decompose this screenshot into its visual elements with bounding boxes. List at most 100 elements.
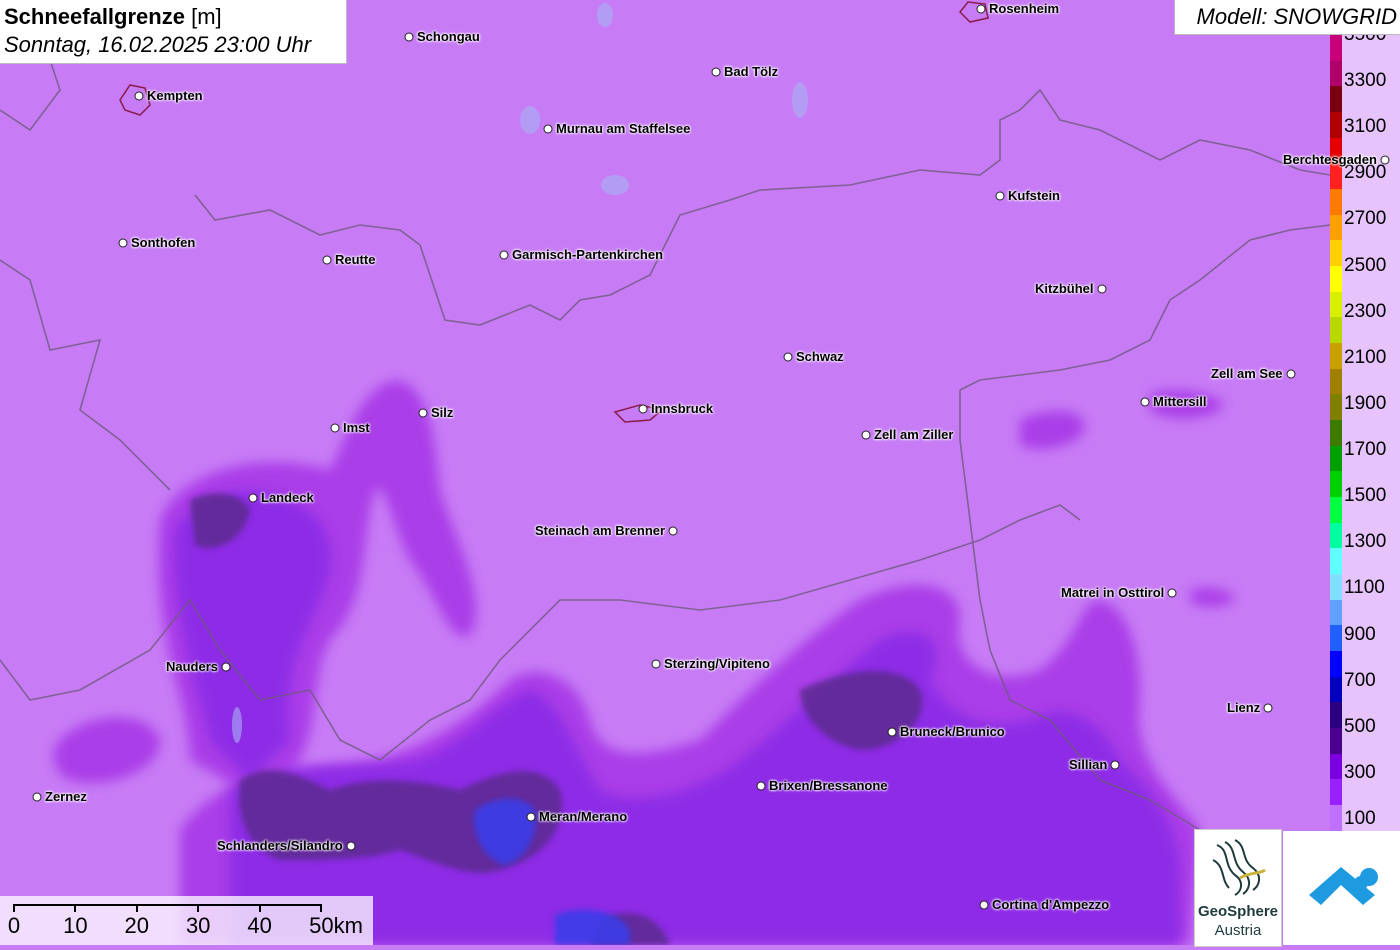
city-marker — [248, 493, 258, 503]
city-marker — [651, 659, 661, 669]
legend-label: 2100 — [1344, 346, 1387, 368]
city-marker — [783, 352, 793, 362]
scale-tick — [320, 904, 322, 912]
legend-swatch — [1330, 728, 1342, 754]
city-label: Lienz — [1227, 700, 1261, 715]
city-marker — [995, 191, 1005, 201]
city-label: Brixen/Bressanone — [769, 778, 888, 793]
city-marker — [543, 124, 553, 134]
legend-swatch — [1330, 35, 1342, 61]
legend-swatch — [1330, 651, 1342, 677]
legend-swatch — [1330, 112, 1342, 138]
city-label: Zernez — [45, 789, 87, 804]
city-marker — [638, 404, 648, 414]
city-marker — [756, 781, 766, 791]
legend-swatch — [1330, 291, 1342, 318]
legend-swatch — [1330, 445, 1342, 472]
legend-swatch — [1330, 266, 1342, 292]
legend-label: 2500 — [1344, 254, 1387, 276]
legend-swatch — [1330, 522, 1342, 549]
legend-swatch — [1330, 779, 1342, 806]
city-label: Landeck — [261, 490, 314, 505]
scale-label: 40 — [247, 913, 272, 938]
legend-swatch — [1330, 574, 1342, 600]
snowgrid-logo-icon — [1309, 867, 1378, 905]
city-marker — [526, 812, 536, 822]
city-label: Schlanders/Silandro — [217, 838, 343, 853]
city-marker — [404, 32, 414, 42]
legend-swatch — [1330, 625, 1342, 652]
geosphere-name: GeoSphere — [1197, 903, 1279, 920]
city-label: Rosenheim — [989, 1, 1060, 16]
city-label: Berchtesgaden — [1283, 152, 1377, 167]
legend-label: 700 — [1344, 669, 1376, 691]
city-label: Murnau am Staffelsee — [556, 121, 691, 136]
legend-swatch — [1330, 497, 1342, 523]
city-marker — [346, 841, 356, 851]
city-marker — [1140, 397, 1150, 407]
city-label: Innsbruck — [651, 401, 714, 416]
legend-label: 1100 — [1344, 577, 1385, 599]
snowfall-map[interactable] — [0, 0, 1400, 945]
city-label: Zell am Ziller — [874, 427, 954, 442]
geosphere-logo[interactable]: GeoSphere Austria — [1194, 829, 1282, 947]
city-marker — [979, 900, 989, 910]
city-label: Nauders — [166, 659, 219, 674]
legend-swatch — [1330, 753, 1342, 780]
scale-tick — [13, 904, 15, 912]
city-marker — [330, 423, 340, 433]
scale-tick — [135, 904, 138, 912]
city-label: Kufstein — [1008, 188, 1060, 203]
city-marker — [499, 250, 509, 260]
scale-label: 50km — [309, 913, 363, 938]
city-marker — [118, 238, 128, 248]
city-marker — [1110, 760, 1120, 770]
city-label: Sillian — [1069, 757, 1108, 772]
city-marker — [668, 526, 678, 536]
scale-bar-line — [14, 904, 321, 906]
legend-swatch — [1330, 471, 1342, 498]
legend-label: 3300 — [1344, 70, 1387, 92]
city-label: Matrei in Osttirol — [1061, 585, 1165, 600]
city-label: Mittersill — [1153, 394, 1207, 409]
city-label: Schongau — [417, 29, 480, 44]
legend-label: 2300 — [1344, 300, 1387, 322]
legend-label: 500 — [1344, 715, 1376, 737]
legend-swatch — [1330, 805, 1342, 831]
legend-swatch — [1330, 702, 1342, 729]
city-marker — [1167, 588, 1177, 598]
legend-label: 100 — [1344, 808, 1376, 829]
map-title: Schneefallgrenze [m] — [4, 4, 222, 29]
legend-swatch — [1330, 676, 1342, 703]
city-label: Garmisch-Partenkirchen — [512, 247, 664, 262]
geosphere-logo-icon — [1212, 839, 1266, 896]
city-marker — [1263, 703, 1273, 713]
geosphere-sub: Austria — [1214, 922, 1262, 939]
city-marker — [861, 430, 871, 440]
legend-swatch — [1330, 368, 1342, 395]
legend-label: 300 — [1344, 761, 1376, 783]
city-label: Zell am See — [1211, 366, 1283, 381]
legend-swatch — [1330, 599, 1342, 626]
city-marker — [322, 255, 332, 265]
city-marker — [1097, 284, 1107, 294]
city-marker — [1380, 155, 1390, 165]
city-marker — [887, 727, 897, 737]
map-timestamp: Sonntag, 16.02.2025 23:00 Uhr — [4, 32, 312, 57]
legend-swatch — [1330, 394, 1342, 421]
model-panel: Modell: SNOWGRID — [1174, 0, 1400, 35]
scale-tick — [197, 904, 200, 912]
city-marker — [418, 408, 428, 418]
city-marker — [221, 662, 231, 672]
city-label: Sonthofen — [131, 235, 196, 250]
legend-swatch — [1330, 548, 1342, 575]
legend-label: 3100 — [1344, 116, 1387, 138]
scale-tick — [74, 904, 77, 912]
snowgrid-logo[interactable] — [1283, 831, 1400, 945]
legend-label: 2700 — [1344, 208, 1387, 230]
scale-label: 10 — [63, 913, 88, 938]
legend-swatch — [1330, 317, 1342, 344]
legend-label: 1500 — [1344, 485, 1387, 507]
city-marker — [711, 67, 721, 77]
city-label: Bruneck/Brunico — [900, 724, 1005, 739]
